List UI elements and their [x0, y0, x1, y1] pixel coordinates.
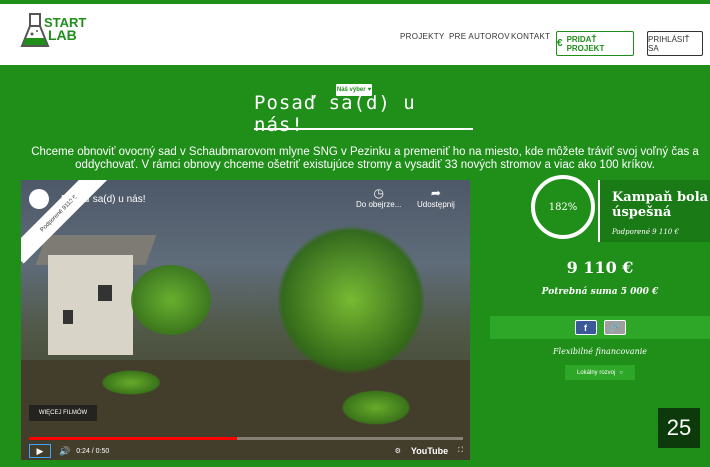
page-title: Posaď sa(d) u nás! — [254, 92, 416, 136]
site-header: START LAB PROJEKTY PRE AUTOROV KONTAKT €… — [0, 0, 710, 65]
youtube-logo[interactable]: YouTube — [411, 446, 448, 456]
category-tag-label: Lokálny rozvoj — [577, 369, 616, 376]
nav-projekty[interactable]: PROJEKTY — [400, 32, 445, 41]
needed-amount: Potrebná suma 5 000 € — [541, 287, 659, 297]
channel-avatar[interactable] — [29, 189, 49, 209]
copy-link-icon[interactable]: 🔗 — [603, 320, 626, 335]
campaign-supported: Podporené 9 110 € — [612, 228, 679, 236]
video-shrub — [341, 390, 411, 425]
video-control-bar: ▶ 🔊 0:24 / 0:50 ⚙ YouTube ⛶ — [29, 444, 463, 458]
logo[interactable]: START LAB — [20, 12, 100, 60]
facebook-share-button[interactable]: f — [574, 320, 597, 335]
watch-later-label: Do obejrze... — [356, 200, 402, 209]
video-time: 0:24 / 0:50 — [76, 447, 110, 455]
video-house — [48, 255, 133, 355]
more-films-button[interactable]: WIĘCEJ FILMÓW — [29, 405, 97, 421]
page-number: 25 — [658, 408, 700, 448]
title-underline: Posaď sa(d) u nás! — [254, 92, 473, 136]
video-progress-fill — [29, 437, 238, 440]
video-shrub — [101, 370, 161, 395]
clock-icon: ◷ — [373, 186, 384, 200]
watch-later-button[interactable]: ◷ Do obejrze... — [356, 186, 401, 209]
project-hero: Náš výber ♥ Posaď sa(d) u nás! Chceme ob… — [0, 65, 710, 467]
funding-percent-ring: 182% — [531, 175, 595, 239]
video-title[interactable]: Posaď sa(d) u nás! — [61, 194, 146, 205]
logo-lab-text: LAB — [48, 27, 77, 43]
share-video-button[interactable]: ➦ Udostępnij — [417, 186, 455, 209]
campaign-status-box: Kampaň bola úspešná Podporené 9 110 € — [598, 180, 710, 242]
settings-gear-icon[interactable]: ⚙ — [395, 447, 401, 455]
add-project-label: PRIDAŤ PROJEKT — [566, 34, 605, 53]
share-video-label: Udostępnij — [417, 200, 455, 209]
volume-icon[interactable]: 🔊 — [59, 446, 70, 457]
financing-type: Flexibilné financovanie — [552, 347, 648, 356]
share-arrow-icon: ➦ — [430, 186, 441, 200]
nav-kontakt[interactable]: KONTAKT — [511, 32, 550, 41]
video-house-window — [98, 285, 112, 301]
video-house-window — [63, 310, 73, 324]
play-icon[interactable]: ▶ — [29, 444, 51, 458]
add-project-button[interactable]: € PRIDAŤ PROJEKT — [556, 31, 634, 56]
video-tree — [131, 265, 211, 335]
video-player[interactable]: Podporené 9110 € Posaď sa(d) u nás! ◷ Do… — [21, 180, 470, 460]
campaign-status: Kampaň bola úspešná — [612, 190, 709, 220]
nav-pre-autorov[interactable]: PRE AUTOROV — [449, 32, 510, 41]
video-progress-bar[interactable] — [29, 437, 463, 440]
euro-icon: € — [557, 38, 563, 49]
raised-amount: 9 110 € — [566, 258, 634, 277]
login-button[interactable]: PRIHLÁSIŤ SA — [647, 31, 703, 56]
share-bar: f 🔗 — [490, 316, 710, 339]
video-tree — [276, 225, 426, 375]
fullscreen-icon[interactable]: ⛶ — [458, 447, 463, 455]
project-description: Chceme obnoviť ovocný sad v Schaubmarovo… — [31, 146, 699, 171]
category-tag[interactable]: Lokálny rozvoj ○ — [565, 365, 635, 380]
tag-circle-icon: ○ — [619, 369, 623, 376]
